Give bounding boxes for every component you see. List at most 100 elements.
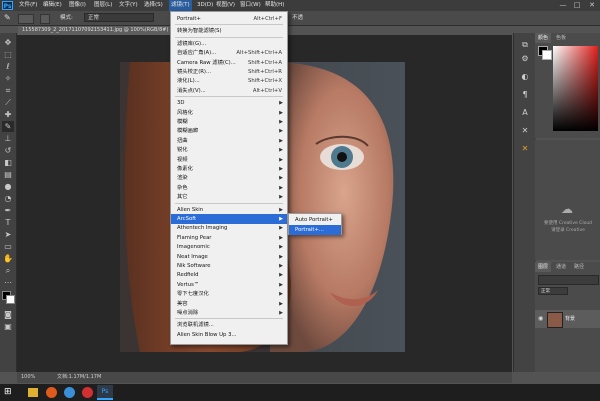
filter-menu-item-label: 其它 (177, 194, 188, 201)
filter-menu-item[interactable]: 转换为智能滤镜(S) (171, 26, 287, 36)
menu-separator (175, 318, 283, 320)
filter-menu-item-shortcut: Alt+Ctrl+F (253, 16, 282, 22)
color-panel: 颜色 色板 (535, 33, 600, 138)
menu-image[interactable]: 图像(I) (69, 0, 86, 11)
filter-menu-item-label: 转换为智能滤镜(S) (177, 28, 222, 35)
screen-mode-icon[interactable]: ▣ (2, 321, 14, 332)
brush-tool-icon[interactable]: ✎ (2, 121, 14, 132)
filter-menu-item-label: Alien Skin Blow Up 3... (177, 331, 237, 338)
windows-taskbar: ⊞ Ps (0, 384, 600, 401)
hand-tool-icon[interactable]: ✋ (2, 253, 14, 264)
tools-panel: ✥ ⬚ ℓ ✧ ⌗ ⟋ ✚ ✎ ⊥ ↺ ◧ ▤ ● ◔ ✒ T ➤ ▭ ✋ ⌕ … (0, 33, 17, 372)
filter-dropdown-menu: Portrait+ Alt+Ctrl+F 转换为智能滤镜(S) 滤镜库(G)... 自适… (170, 11, 288, 345)
submenu-arrow-icon: ▶ (279, 194, 283, 201)
paragraph-icon[interactable]: ¶ (519, 89, 531, 100)
menu-filter[interactable]: 滤镜(T) (169, 0, 192, 11)
eraser-tool-icon[interactable]: ◧ (2, 157, 14, 168)
more-tools-icon[interactable]: ⋯ (2, 277, 14, 288)
submenu-item-auto-portrait[interactable]: Auto Portrait+ (289, 215, 341, 225)
cc-login-text-2: 请登录 Creative (551, 228, 585, 233)
move-tool-icon[interactable]: ✥ (2, 37, 14, 48)
menu-view[interactable]: 视图(V) (216, 0, 235, 11)
quick-mask-icon[interactable]: ◙ (2, 309, 14, 320)
character-icon[interactable]: A (519, 107, 531, 118)
menu-select[interactable]: 选择(S) (144, 0, 163, 11)
tool-presets-icon[interactable]: ✕ (519, 125, 531, 136)
menu-separator (175, 202, 283, 204)
lasso-tool-icon[interactable]: ℓ (2, 61, 14, 72)
healing-brush-tool-icon[interactable]: ✚ (2, 109, 14, 120)
history-icon[interactable]: ⧉ (519, 39, 531, 50)
menu-window[interactable]: 窗口(W) (240, 0, 261, 11)
layer-filter[interactable] (538, 275, 599, 285)
minimize-button[interactable]: — (556, 0, 570, 11)
browser-icon[interactable] (64, 387, 75, 398)
menu-file[interactable]: 文件(F) (19, 0, 37, 11)
photoshop-logo: Ps (2, 1, 13, 10)
tab-swatches[interactable]: 色板 (553, 33, 569, 43)
menu-bar: Ps 文件(F) 编辑(E) 图像(I) 图层(L) 文字(Y) 选择(S) 滤… (0, 0, 600, 11)
mode-label: 模式: (60, 15, 73, 21)
filter-menu-item-label: 消失点(V)... (177, 87, 206, 94)
menu-help[interactable]: 帮助(H) (265, 0, 284, 11)
arcsoft-submenu: Auto Portrait+ Portrait+... (288, 213, 342, 235)
filter-menu-item[interactable]: 其它 ▶ (171, 192, 287, 202)
tab-channels[interactable]: 通道 (553, 262, 569, 272)
color-field[interactable] (553, 46, 598, 131)
quick-select-tool-icon[interactable]: ✧ (2, 73, 14, 84)
plugin-icon[interactable]: ✕ (519, 143, 531, 154)
layer-row-background[interactable]: ◉ 背景 (535, 310, 600, 328)
blend-mode-select[interactable]: 正常 (84, 13, 154, 22)
marquee-tool-icon[interactable]: ⬚ (2, 49, 14, 60)
close-button[interactable]: ✕ (585, 0, 599, 11)
pen-tool-icon[interactable]: ✒ (2, 205, 14, 216)
color-bg-swatch[interactable] (542, 50, 552, 60)
layer-blend-mode[interactable]: 正常 (538, 287, 568, 295)
gradient-tool-icon[interactable]: ▤ (2, 169, 14, 180)
document-tab[interactable]: 115587309_2_20171107092153411.jpg @ 100%… (18, 26, 172, 35)
zoom-level[interactable]: 100% (21, 372, 35, 383)
photoshop-taskbar-icon[interactable]: Ps (97, 385, 113, 400)
properties-icon[interactable]: ⚙ (519, 53, 531, 64)
history-brush-tool-icon[interactable]: ↺ (2, 145, 14, 156)
brush-preset-picker[interactable] (18, 14, 34, 24)
clone-stamp-tool-icon[interactable]: ⊥ (2, 133, 14, 144)
submenu-item-portrait-plus[interactable]: Portrait+... (289, 225, 341, 235)
menu-3d[interactable]: 3D(D) (197, 0, 213, 11)
tab-paths[interactable]: 路径 (571, 262, 587, 272)
tab-layers[interactable]: 图层 (535, 262, 552, 272)
menu-type[interactable]: 文字(Y) (119, 0, 138, 11)
filter-menu-item[interactable]: 消失点(V)... Alt+Ctrl+V (171, 86, 287, 96)
filter-menu-item[interactable]: Portrait+ Alt+Ctrl+F (171, 14, 287, 24)
rectangle-tool-icon[interactable]: ▭ (2, 241, 14, 252)
crop-tool-icon[interactable]: ⌗ (2, 85, 14, 96)
maximize-button[interactable]: □ (570, 0, 584, 11)
filter-menu-item[interactable]: Alien Skin Blow Up 3... (171, 330, 287, 340)
dodge-tool-icon[interactable]: ◔ (2, 193, 14, 204)
filter-menu-item-shortcut: Alt+Ctrl+V (252, 87, 282, 94)
brush-tool-icon[interactable]: ✎ (4, 13, 14, 23)
type-tool-icon[interactable]: T (2, 217, 14, 228)
filter-menu-item[interactable]: 噪点消除 ▶ (171, 308, 287, 318)
adjustments-icon[interactable]: ◐ (519, 71, 531, 82)
document-info[interactable]: 文档:1.17M/1.17M (57, 372, 101, 383)
menu-separator (175, 36, 283, 38)
path-select-tool-icon[interactable]: ➤ (2, 229, 14, 240)
options-bar: ✎ 模式: 正常 不透 (0, 11, 600, 26)
firefox-icon[interactable] (46, 387, 57, 398)
blur-tool-icon[interactable]: ● (2, 181, 14, 192)
visibility-eye-icon[interactable]: ◉ (538, 315, 543, 322)
menu-edit[interactable]: 编辑(E) (43, 0, 62, 11)
file-explorer-icon[interactable] (28, 388, 38, 397)
brush-panel-toggle[interactable] (40, 14, 50, 24)
status-bar: 100% 文档:1.17M/1.17M (17, 372, 512, 383)
layer-thumbnail (547, 312, 563, 328)
opacity-label: 不透 (292, 15, 304, 21)
eyedropper-tool-icon[interactable]: ⟋ (2, 97, 14, 108)
zoom-tool-icon[interactable]: ⌕ (2, 265, 14, 276)
menu-layer[interactable]: 图层(L) (94, 0, 112, 11)
windows-start-icon[interactable]: ⊞ (4, 387, 15, 398)
tab-color[interactable]: 颜色 (535, 33, 552, 43)
app-icon[interactable] (82, 387, 93, 398)
background-color-swatch[interactable] (6, 295, 15, 304)
